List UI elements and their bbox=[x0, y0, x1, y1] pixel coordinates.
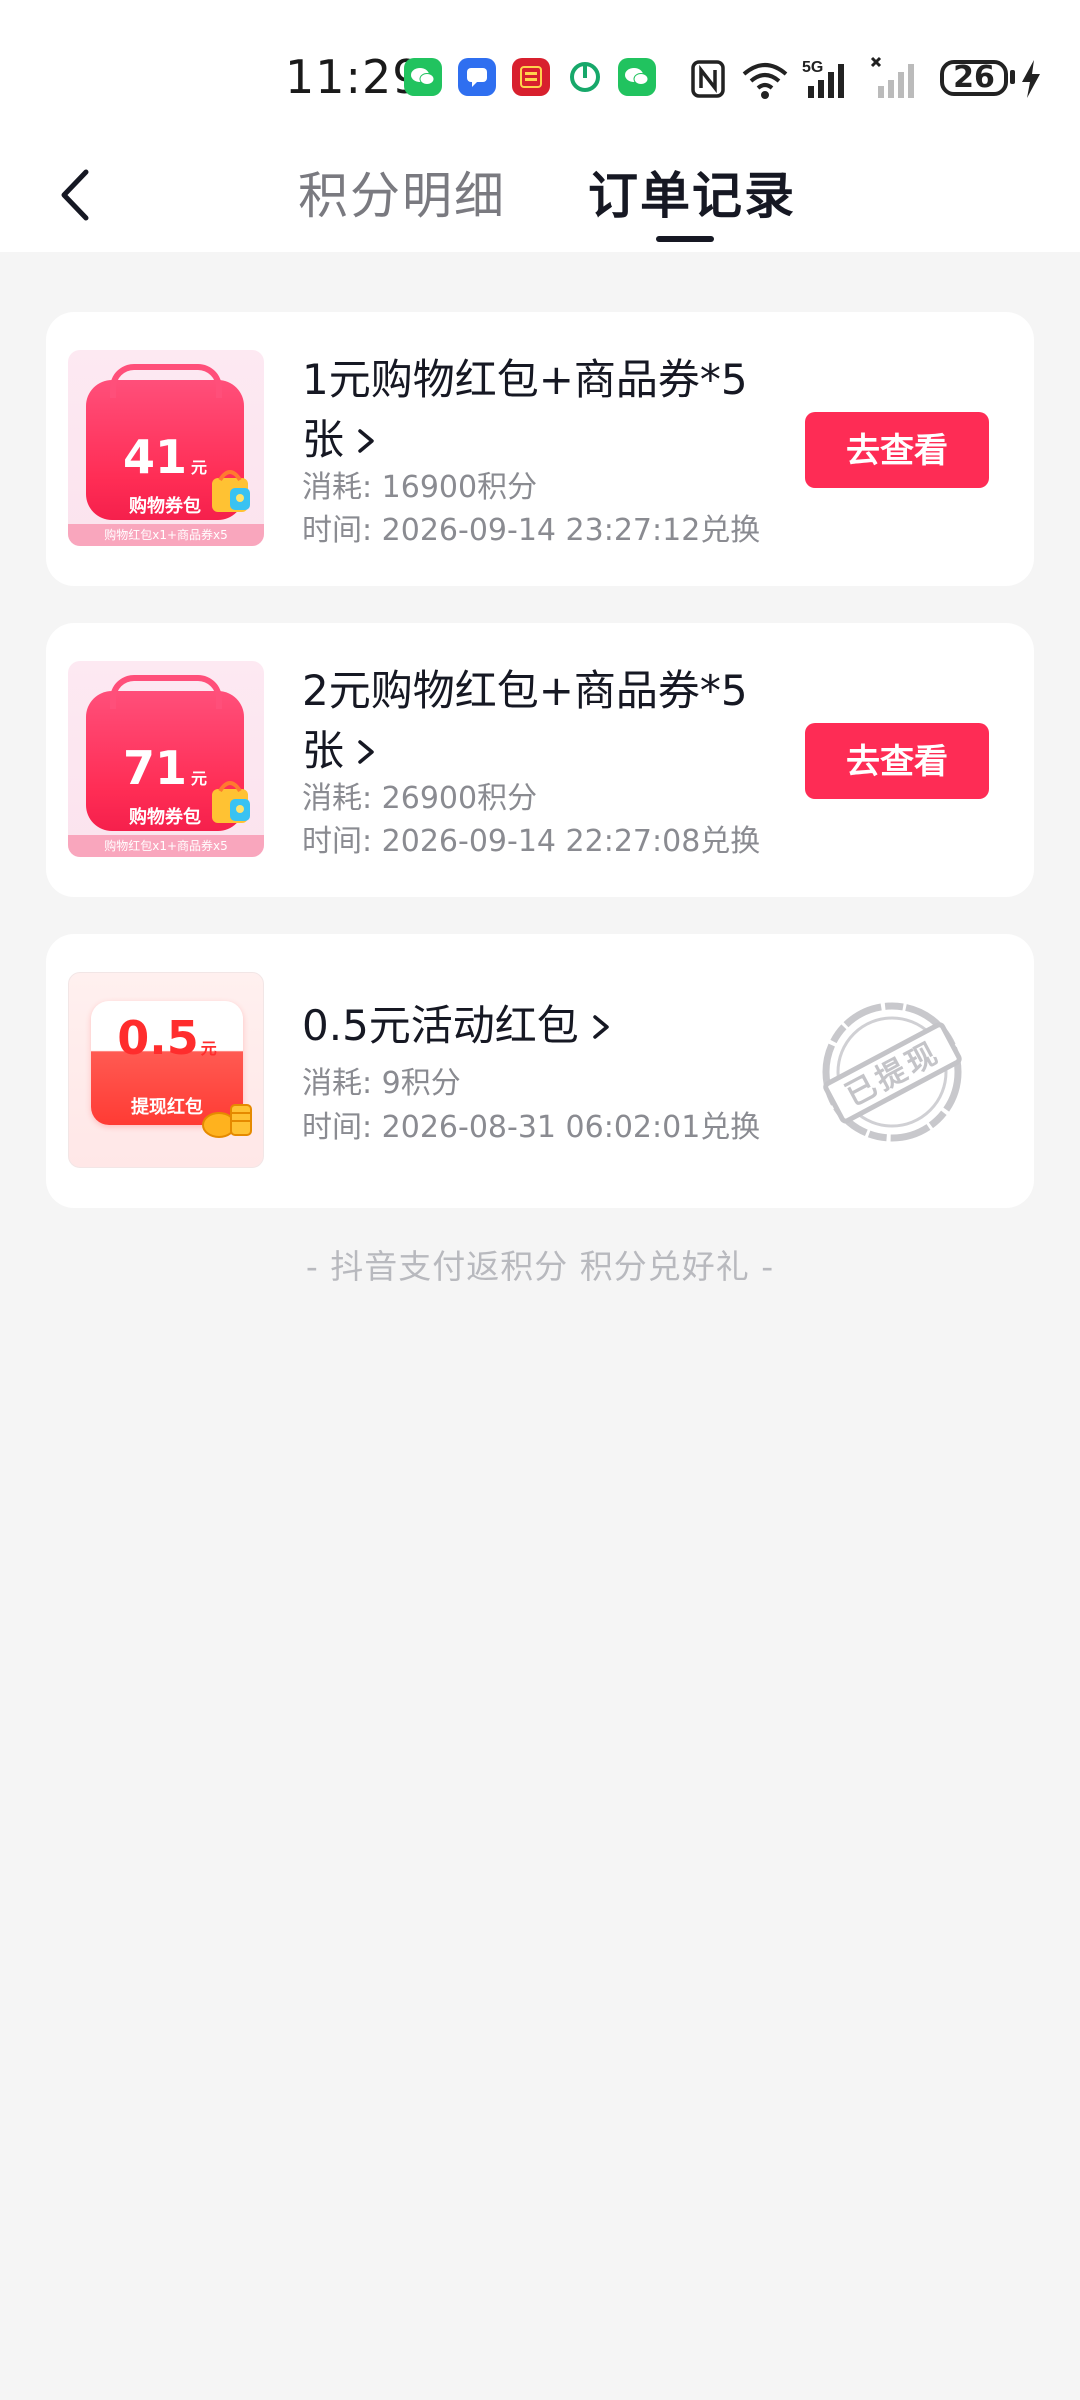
message-icon bbox=[458, 58, 496, 96]
order-cost: 消耗: 16900积分 bbox=[302, 470, 538, 505]
cellular-5g-icon: 5G bbox=[802, 59, 844, 98]
wifi-icon bbox=[742, 63, 788, 99]
thumb-footer: 购物红包x1+商品券x5 bbox=[68, 835, 264, 857]
status-bar: 11:29 5G 26 bbox=[0, 40, 1080, 120]
news-icon bbox=[512, 58, 550, 96]
shopping-bag-icon bbox=[212, 781, 250, 823]
order-cost: 消耗: 9积分 bbox=[302, 1066, 461, 1101]
order-time: 时间: 2026-09-14 23:27:12兑换 bbox=[302, 513, 761, 548]
nfc-icon bbox=[691, 60, 725, 98]
battery-tip bbox=[1010, 70, 1015, 84]
back-button[interactable] bbox=[48, 160, 118, 230]
shopping-bag-icon bbox=[212, 470, 250, 512]
chevron-right-icon bbox=[593, 1014, 609, 1039]
order-cost: 消耗: 26900积分 bbox=[302, 781, 538, 816]
order-card[interactable]: 0.5 元 提现红包 0.5元活动红包 消耗: 9积分 时间: 2026-08-3… bbox=[46, 934, 1034, 1208]
tab-points-detail[interactable]: 积分明细 bbox=[298, 156, 506, 228]
wechat-icon bbox=[404, 58, 442, 96]
red-packet-thumbnail: 0.5 元 提现红包 bbox=[68, 972, 264, 1168]
coins-icon bbox=[202, 1104, 252, 1138]
active-tab-indicator bbox=[656, 236, 714, 242]
power-icon bbox=[566, 58, 604, 96]
order-time: 时间: 2026-08-31 06:02:01兑换 bbox=[302, 1110, 761, 1145]
footer-note: - 抖音支付返积分 积分兑好礼 - bbox=[305, 1247, 775, 1286]
tab-order-records[interactable]: 订单记录 bbox=[588, 156, 796, 228]
view-button[interactable]: 去查看 bbox=[805, 723, 989, 799]
thumb-amount: 0.5 元 bbox=[117, 1011, 217, 1065]
status-time: 11:29 bbox=[285, 50, 423, 104]
order-time: 时间: 2026-09-14 22:27:08兑换 bbox=[302, 824, 761, 859]
battery-indicator: 26 bbox=[940, 60, 1008, 96]
chevron-right-icon bbox=[358, 739, 374, 764]
charging-icon bbox=[1022, 60, 1040, 98]
svg-text:5G: 5G bbox=[802, 59, 823, 76]
chevron-left-icon bbox=[61, 169, 89, 221]
chevron-right-icon bbox=[358, 428, 374, 453]
withdrawn-stamp: 已提现 bbox=[822, 1002, 962, 1142]
order-title[interactable]: 0.5元活动红包 bbox=[302, 996, 762, 1059]
order-title[interactable]: 2元购物红包+商品券*5张 bbox=[302, 661, 762, 784]
wechat-icon bbox=[618, 58, 656, 96]
order-title[interactable]: 1元购物红包+商品券*5张 bbox=[302, 350, 762, 473]
view-button[interactable]: 去查看 bbox=[805, 412, 989, 488]
bag-handle bbox=[110, 675, 222, 709]
bag-handle bbox=[110, 364, 222, 398]
coupon-pack-thumbnail: 41 元 购物券包 购物红包x1+商品券x5 bbox=[68, 350, 264, 546]
order-card[interactable]: 41 元 购物券包 购物红包x1+商品券x5 1元购物红包+商品券*5张 消耗: … bbox=[46, 312, 1034, 586]
thumb-footer: 购物红包x1+商品券x5 bbox=[68, 524, 264, 546]
navigation-bar: 积分明细 订单记录 bbox=[0, 140, 1080, 252]
coupon-pack-thumbnail: 71 元 购物券包 购物红包x1+商品券x5 bbox=[68, 661, 264, 857]
cellular-noservice-icon bbox=[870, 56, 914, 98]
order-card[interactable]: 71 元 购物券包 购物红包x1+商品券x5 2元购物红包+商品券*5张 消耗: … bbox=[46, 623, 1034, 897]
